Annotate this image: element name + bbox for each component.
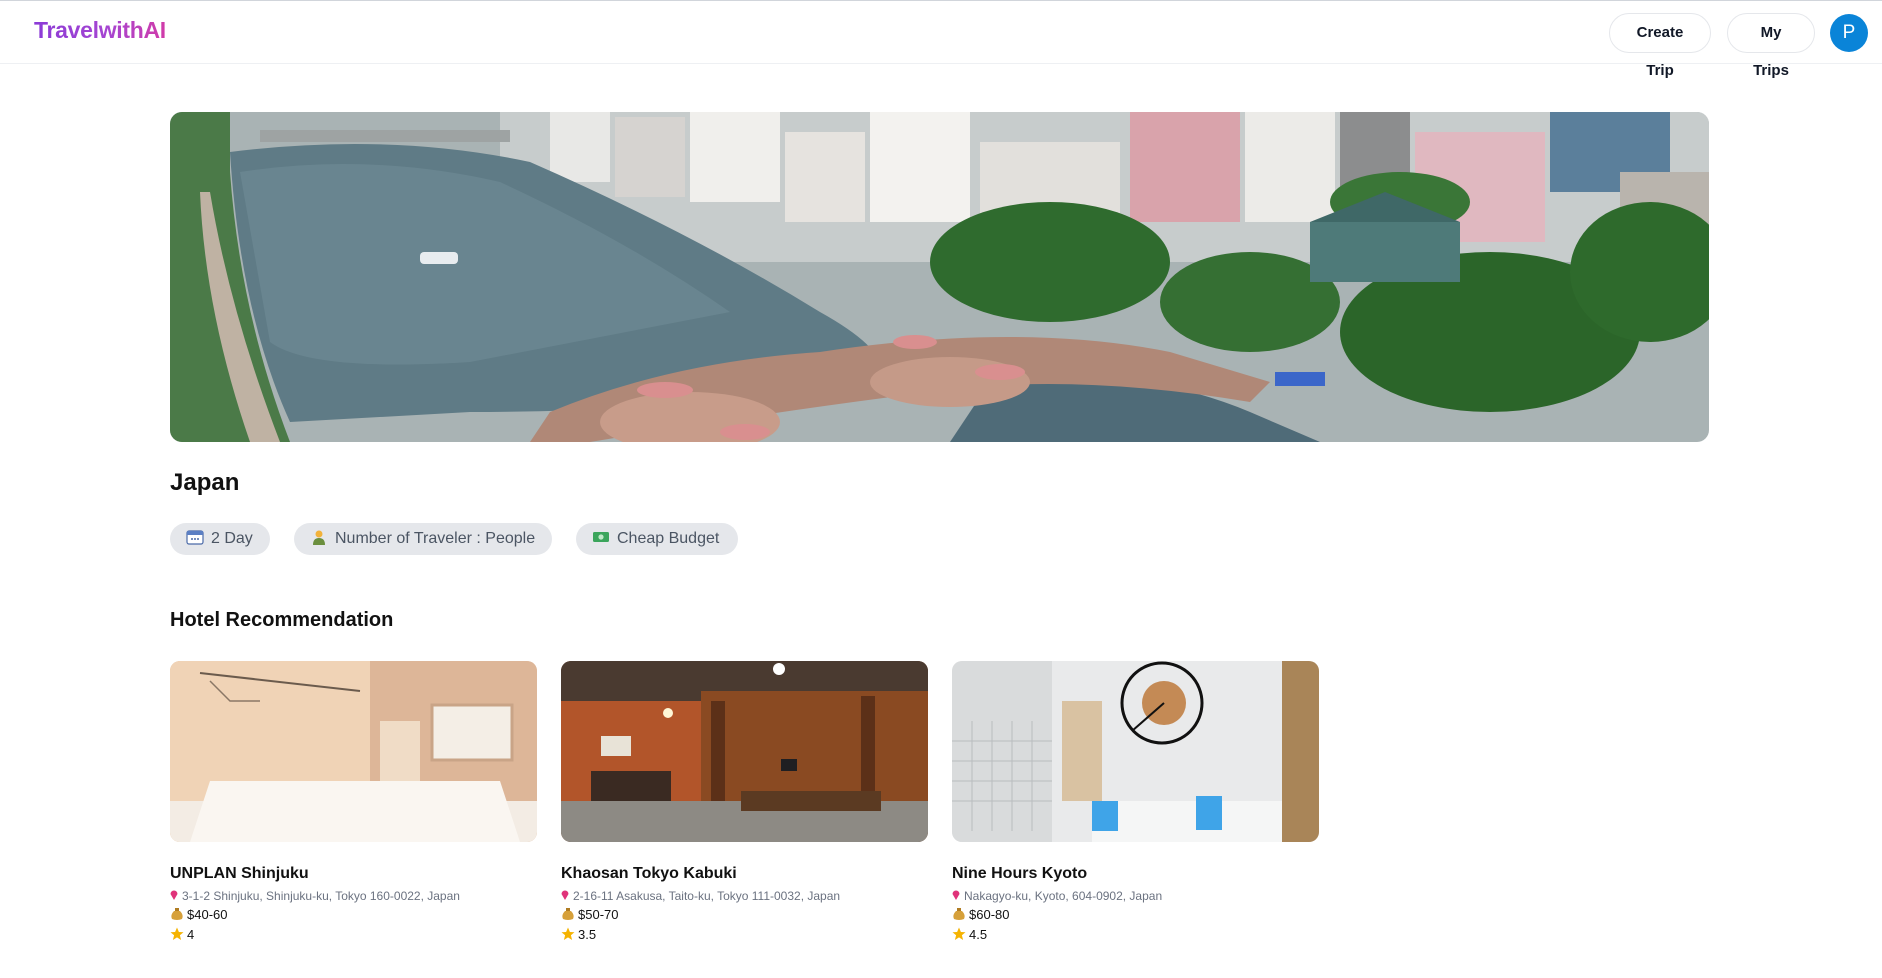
hotel-name: UNPLAN Shinjuku	[170, 865, 309, 882]
hotel-price: $50-70	[561, 907, 928, 924]
star-icon	[170, 927, 184, 940]
hotel-section-title: Hotel Recommendation	[170, 609, 394, 631]
cash-icon	[593, 532, 609, 542]
money-bag-icon	[171, 908, 183, 920]
destination-hero-image	[170, 112, 1709, 442]
user-avatar[interactable]: P	[1830, 14, 1868, 52]
brand-logo[interactable]: TravelwithAI	[34, 17, 166, 44]
hotel-image	[561, 661, 928, 842]
location-pin-icon	[561, 890, 569, 900]
hotel-rating-text: 4	[187, 927, 195, 942]
hotel-address: 2-16-11 Asakusa, Taito-ku, Tokyo 111-003…	[561, 889, 928, 904]
days-chip-label: 2 Day	[211, 530, 253, 547]
calendar-icon	[186, 530, 204, 545]
star-icon	[952, 927, 966, 940]
hotel-address: 3-1-2 Shinjuku, Shinjuku-ku, Tokyo 160-0…	[170, 889, 537, 904]
hotel-address-text: 3-1-2 Shinjuku, Shinjuku-ku, Tokyo 160-0…	[182, 889, 460, 903]
hotel-rating-text: 3.5	[578, 927, 597, 942]
hotel-price-text: $40-60	[187, 907, 228, 922]
hotel-address-text: Nakagyo-ku, Kyoto, 604-0902, Japan	[964, 889, 1163, 903]
hotel-address: Nakagyo-ku, Kyoto, 604-0902, Japan	[952, 889, 1319, 904]
hotel-rating-text: 4.5	[969, 927, 988, 942]
destination-title: Japan	[170, 469, 240, 496]
hotel-rating: 4	[170, 927, 537, 944]
hotel-price-text: $50-70	[578, 907, 619, 922]
days-chip: 2 Day	[170, 523, 270, 555]
hotel-name: Nine Hours Kyoto	[952, 865, 1088, 882]
location-pin-icon	[952, 890, 960, 900]
hotel-image	[952, 661, 1319, 842]
budget-chip: Cheap Budget	[576, 523, 738, 555]
person-icon	[313, 530, 325, 545]
create-trip-button[interactable]: Create Trip	[1609, 13, 1711, 79]
my-trips-button[interactable]: My Trips	[1727, 13, 1815, 79]
location-pin-icon	[170, 890, 178, 900]
hotel-rating: 3.5	[561, 927, 928, 944]
hotel-image	[170, 661, 537, 842]
star-icon	[561, 927, 575, 940]
hotel-rating: 4.5	[952, 927, 1319, 944]
travelers-chip: Number of Traveler : People	[294, 523, 552, 555]
hotel-address-text: 2-16-11 Asakusa, Taito-ku, Tokyo 111-003…	[573, 889, 841, 903]
hotel-card[interactable]: UNPLAN Shinjuku 3-1-2 Shinjuku, Shinjuku…	[170, 661, 537, 951]
money-bag-icon	[953, 908, 965, 920]
hotel-price: $40-60	[170, 907, 537, 924]
money-bag-icon	[562, 908, 574, 920]
budget-chip-label: Cheap Budget	[617, 530, 720, 547]
hotel-price-text: $60-80	[969, 907, 1010, 922]
top-navbar: TravelwithAI Create Trip My Trips P	[0, 0, 1882, 79]
hotel-name: Khaosan Tokyo Kabuki	[561, 865, 737, 882]
hotel-card[interactable]: Nine Hours Kyoto Nakagyo-ku, Kyoto, 604-…	[952, 661, 1319, 951]
travelers-chip-label: Number of Traveler : People	[335, 530, 536, 547]
hotel-card[interactable]: Khaosan Tokyo Kabuki 2-16-11 Asakusa, Ta…	[561, 661, 928, 951]
hotel-price: $60-80	[952, 907, 1319, 924]
